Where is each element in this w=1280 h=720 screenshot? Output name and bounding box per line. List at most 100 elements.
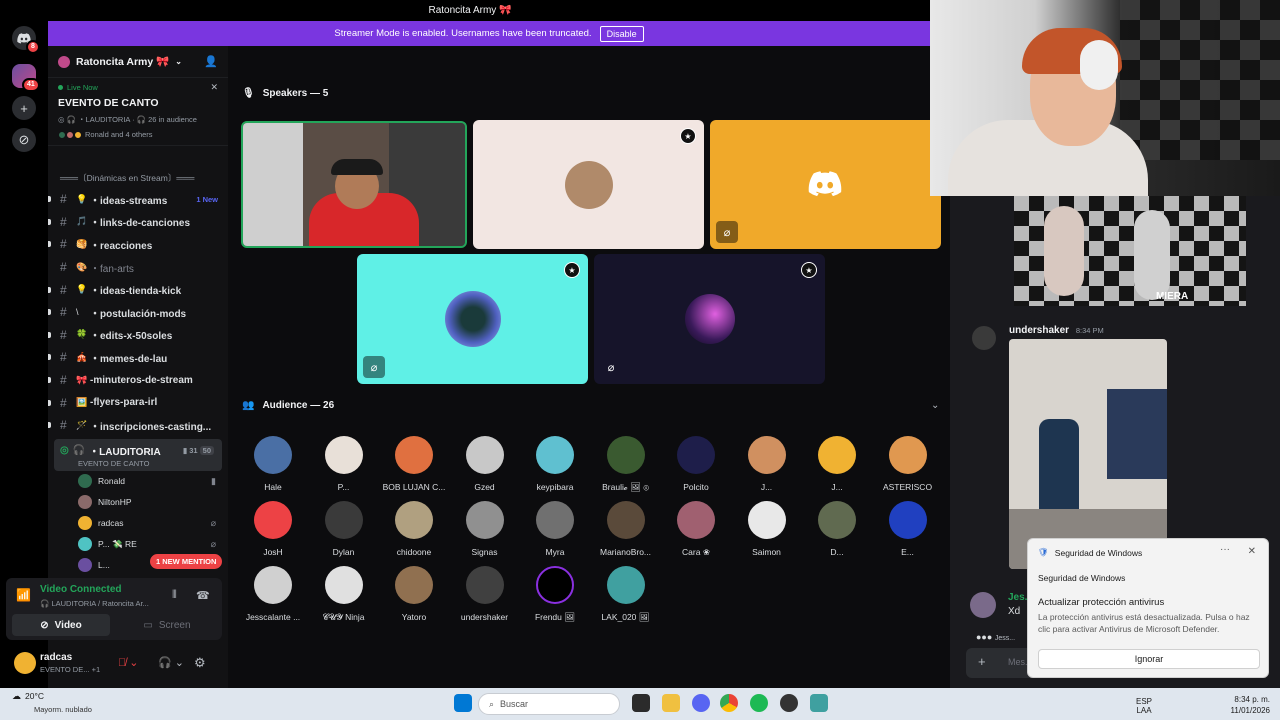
taskbar-search[interactable]: ⌕ Buscar (478, 693, 620, 715)
channel-item[interactable]: # 💡 ・ideas-tienda-kick (48, 278, 228, 301)
app-icon[interactable] (810, 694, 828, 712)
close-icon[interactable]: ✕ (210, 82, 218, 93)
audience-member[interactable]: MarianoBro... (591, 501, 661, 557)
channel-item[interactable]: # \ ・postulación-mods (48, 301, 228, 324)
audience-header[interactable]: 👥 Audience — 26 (242, 400, 334, 411)
live-stage-card[interactable]: Live Now ✕ EVENTO DE CANTO ◎ 🎧 ・LAUDITORI… (48, 78, 228, 146)
audience-member[interactable]: J... (732, 436, 802, 492)
audience-member[interactable]: undershaker (450, 566, 520, 622)
channel-category[interactable]: ═══〔Dinámicas en Stream〕═══ (48, 166, 228, 188)
windows-security-toast[interactable]: 🛡 Seguridad de Windows ··· ✕ Seguridad de… (1027, 538, 1269, 678)
audience-name: E... (901, 547, 914, 557)
start-icon[interactable] (454, 694, 472, 712)
voice-user[interactable]: NiltonHP (48, 492, 228, 513)
audience-member[interactable]: LAK_020 🖼 (591, 566, 661, 623)
channel-item[interactable]: # 🎵 ・links-de-canciones (48, 211, 228, 234)
system-tray[interactable]: ESP LAA 8:34 p. m. 11/01/2026 (1136, 691, 1270, 716)
video-button[interactable]: ⊘ Video (12, 614, 110, 636)
new-mention-pill[interactable]: 1 NEW MENTION (150, 554, 223, 569)
add-server-icon[interactable]: + (12, 96, 36, 120)
audience-member[interactable]: Yatoro (379, 566, 449, 622)
audience-member[interactable]: JosH (238, 501, 308, 557)
task-view-icon[interactable] (632, 694, 650, 712)
window-title: Ratoncita Army 🎀 (428, 4, 512, 16)
screen-button[interactable]: ▭ Screen (118, 614, 216, 636)
voice-channel-lauditoria[interactable]: ◎ 🎧 ・LAUDITORIA ▮ 31 50 EVENTO DE CANTO (54, 438, 222, 471)
voice-user[interactable]: Ronald ▮ (48, 471, 228, 492)
soundboard-icon[interactable]: ⦀ (172, 589, 177, 602)
speaker-tile-3[interactable]: ⌀ (710, 120, 941, 249)
chevron-down-icon: ⌄ (175, 57, 182, 66)
chevron-down-icon[interactable]: ⌄ (931, 400, 939, 411)
audience-member[interactable]: ASTERISCO (873, 436, 943, 492)
avatar[interactable] (972, 326, 996, 350)
language-indicator[interactable]: ESP LAA (1124, 697, 1164, 715)
audience-member[interactable]: Myra (520, 501, 590, 557)
message-author[interactable]: undershaker 8:34 PM (1009, 325, 1104, 336)
file-explorer-icon[interactable] (662, 694, 680, 712)
spotify-icon[interactable] (750, 694, 768, 712)
headphones-icon[interactable]: 🎧 ⌄ (158, 656, 184, 669)
discord-taskbar-icon[interactable] (692, 694, 710, 712)
avatar[interactable] (970, 592, 996, 618)
chrome-icon[interactable] (720, 694, 738, 712)
audience-member[interactable]: Dylan (309, 501, 379, 557)
channel-item[interactable]: # 🎀 -minuteros-de-stream (48, 369, 228, 392)
channel-label: ・fan-arts (90, 263, 134, 275)
audience-member[interactable]: P... (309, 436, 379, 492)
add-attachment-icon[interactable]: + (978, 654, 986, 669)
hash-icon: # (60, 282, 67, 297)
message-image[interactable] (1009, 339, 1167, 569)
ignore-button[interactable]: Ignorar (1038, 649, 1260, 669)
speaker-tile-5[interactable]: ★ ⌀ (594, 254, 825, 384)
speaker-tile-2[interactable]: ★ (473, 120, 704, 249)
audience-member[interactable]: Brauli𝓸 🖼 ⊚ (591, 436, 661, 493)
channel-item[interactable]: # 🎨 ・fan-arts (48, 256, 228, 279)
username[interactable]: radcas (40, 652, 72, 663)
voice-status[interactable]: Video Connected (40, 584, 122, 595)
audience-member[interactable]: Cara ❀ (661, 501, 731, 558)
audience-member[interactable]: chidoone (379, 501, 449, 557)
channel-item[interactable]: # 🎪 ・memes-de-lau (48, 346, 228, 369)
server-header[interactable]: Ratoncita Army 🎀 ⌄ 👤 (48, 46, 228, 78)
avatar (818, 436, 856, 474)
speaker-tile-4[interactable]: ★ ⌀ (357, 254, 588, 384)
channel-label: ・reacciones (90, 240, 153, 252)
audience-member[interactable]: J... (802, 436, 872, 492)
audience-member[interactable]: Saimon (732, 501, 802, 557)
channel-item[interactable]: # 💡 ・ideas-streams 1 New (48, 188, 228, 211)
discover-icon[interactable]: ⊘ (12, 128, 36, 152)
more-icon[interactable]: ··· (1220, 544, 1230, 555)
channel-item[interactable]: # 🥞 ・reacciones (48, 233, 228, 256)
disable-button[interactable]: Disable (599, 25, 644, 42)
audience-member[interactable]: 𝓒𝓤𝓨 Ninja (309, 566, 379, 623)
audience-member[interactable]: Signas (450, 501, 520, 557)
voice-user[interactable]: radcas ⌀ (48, 513, 228, 534)
voice-location[interactable]: 🎧 LAUDITORIA / Ratoncita Ar... (40, 599, 149, 608)
audience-member[interactable]: Gzed (450, 436, 520, 492)
settings-gear-icon[interactable]: ⚙ (194, 655, 206, 671)
channel-item[interactable]: # 🍀 ・edits-x-50soles (48, 324, 228, 347)
weather-widget[interactable]: ☁ 20°C Mayorm. nublado (12, 691, 92, 714)
close-icon[interactable]: ✕ (1248, 546, 1256, 557)
channel-label: -flyers-para-irl (90, 397, 158, 409)
speaker-tile-video[interactable] (241, 121, 467, 248)
avatar (254, 436, 292, 474)
voice-user[interactable]: P... 💸 RE ⌀ (48, 534, 228, 555)
audience-member[interactable]: keypibara (520, 436, 590, 492)
disconnect-icon[interactable]: ☎ (196, 589, 210, 602)
channel-item[interactable]: # 🪄 ・inscripciones-casting... (48, 414, 228, 437)
audience-member[interactable]: Polcito (661, 436, 731, 492)
audience-member[interactable]: Jesscalante ... (238, 566, 308, 622)
invite-people-icon[interactable]: 👤 (204, 55, 218, 68)
obs-icon[interactable] (780, 694, 798, 712)
audience-member[interactable]: Frendu 🖼 (520, 566, 590, 623)
audience-member[interactable]: D... (802, 501, 872, 557)
audience-member[interactable]: Hale (238, 436, 308, 492)
avatar[interactable] (14, 652, 36, 674)
audience-member[interactable]: E... (873, 501, 943, 557)
channel-item[interactable]: # 🖼️ -flyers-para-irl (48, 391, 228, 414)
mic-muted-icon[interactable]: 🎙̸ ⌄ (118, 656, 139, 669)
audience-member[interactable]: BOB LUJAN C... (379, 436, 449, 492)
hash-icon: # (60, 260, 67, 275)
